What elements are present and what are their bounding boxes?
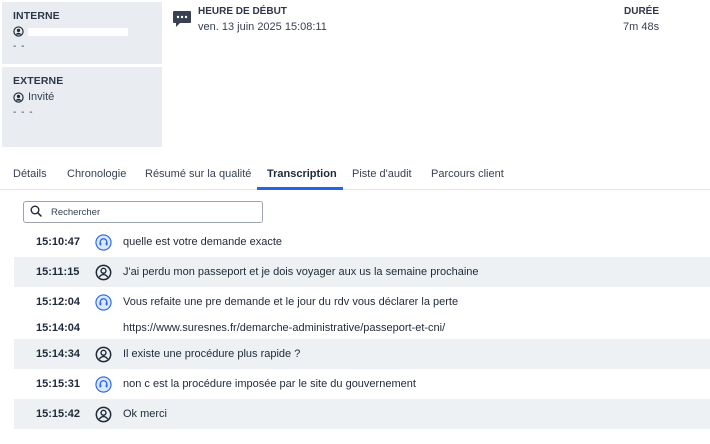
message-time: 15:10:47: [36, 236, 81, 248]
external-title: EXTERNE: [13, 75, 64, 87]
user-icon: [94, 405, 112, 423]
search-input[interactable]: [51, 206, 251, 218]
transcript-list: 15:10:47 quelle est votre demande exacte…: [14, 227, 710, 429]
tab-transcription[interactable]: Transcription: [267, 168, 337, 180]
external-participant-line: Invité: [13, 91, 151, 103]
message-text: Ok merci: [123, 408, 167, 420]
external-participant-card: EXTERNE Invité - - -: [2, 67, 162, 147]
message-time: 15:11:15: [36, 266, 80, 278]
internal-participant-card: INTERNE - -: [2, 2, 162, 64]
tab-quality-summary[interactable]: Résumé sur la qualité: [145, 168, 251, 180]
headset-icon: [94, 293, 112, 311]
headset-icon: [94, 233, 112, 251]
message-time: 15:15:31: [36, 378, 81, 390]
internal-sub: - -: [13, 41, 26, 52]
transcript-row: 15:14:34 Il existe une procédure plus ra…: [14, 339, 710, 369]
duration-label: DURÉE: [624, 6, 660, 17]
internal-participant-line: [13, 26, 151, 37]
message-time: 15:14:34: [36, 348, 81, 360]
user-icon: [94, 263, 112, 281]
transcript-row: 15:15:42 Ok merci: [14, 399, 710, 429]
redacted-name: [28, 27, 128, 36]
transcript-row: 15:12:04 Vous refaite une pre demande et…: [14, 287, 710, 317]
tab-details[interactable]: Détails: [13, 168, 47, 180]
user-icon: [13, 26, 24, 37]
message-text: Vous refaite une pre demande et le jour …: [123, 296, 459, 308]
external-participant-name: Invité: [28, 91, 55, 103]
message-link[interactable]: https://www.suresnes.fr/demarche-adminis…: [123, 322, 445, 334]
message-text: Il existe une procédure plus rapide ?: [123, 348, 301, 360]
user-icon: [94, 345, 112, 363]
search-icon: [30, 205, 42, 220]
search-box[interactable]: [23, 201, 263, 223]
message-text: quelle est votre demande exacte: [123, 236, 282, 248]
start-time-value: ven. 13 juin 2025 15:08:11: [198, 21, 327, 33]
transcript-row: 15:11:15 J'ai perdu mon passeport et je …: [14, 257, 710, 287]
tab-chronologie[interactable]: Chronologie: [67, 168, 126, 180]
message-text: non c est la procédure imposée par le si…: [123, 378, 416, 390]
internal-title: INTERNE: [13, 10, 60, 22]
transcript-row: 15:10:47 quelle est votre demande exacte: [14, 227, 710, 257]
tab-audit-trail[interactable]: Piste d'audit: [352, 168, 412, 180]
active-tab-indicator: [257, 187, 343, 190]
user-icon: [13, 91, 24, 103]
message-time: 15:12:04: [36, 296, 81, 308]
message-time: 15:14:04: [36, 322, 81, 334]
tab-bar: Détails Chronologie Résumé sur la qualit…: [0, 162, 710, 190]
transcript-row: 15:14:04 https://www.suresnes.fr/demarch…: [14, 317, 710, 339]
chat-icon: [172, 10, 192, 28]
message-time: 15:15:42: [36, 408, 81, 420]
headset-icon: [94, 375, 112, 393]
external-sub: - - -: [13, 107, 34, 114]
duration-value: 7m 48s: [623, 21, 660, 33]
transcript-row: 15:15:31 non c est la procédure imposée …: [14, 369, 710, 399]
tab-customer-journey[interactable]: Parcours client: [431, 168, 504, 180]
message-text: J'ai perdu mon passeport et je dois voya…: [123, 266, 479, 278]
start-time-label: HEURE DE DÉBUT: [198, 6, 287, 17]
